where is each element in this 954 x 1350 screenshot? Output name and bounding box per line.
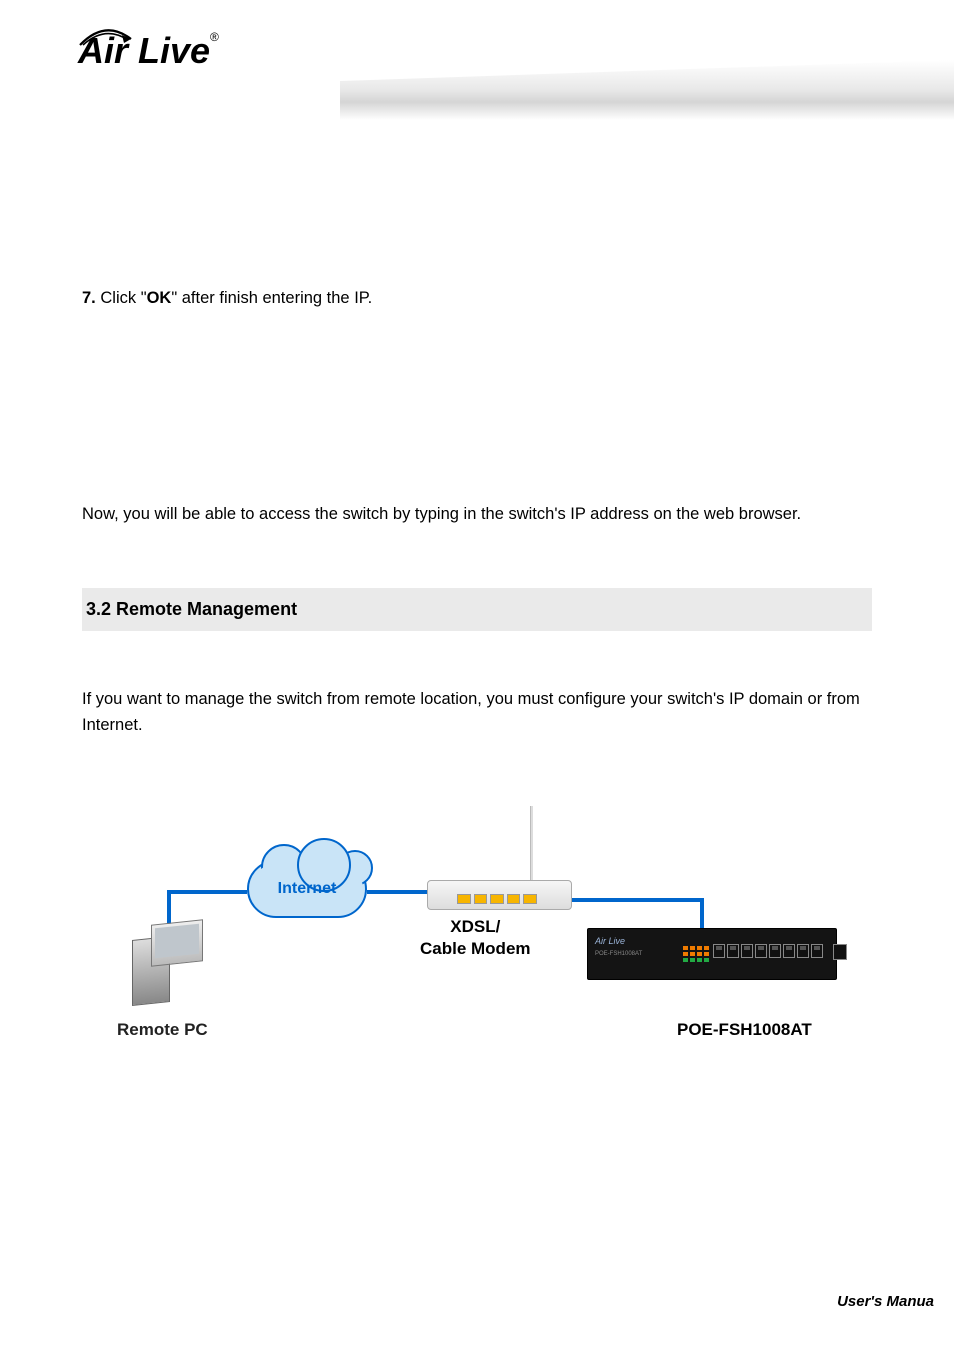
switch-brand-label: Air Live — [595, 934, 625, 948]
internet-cloud-label: Internet — [247, 876, 367, 902]
section-heading-3-2: 3.2 Remote Management — [82, 588, 872, 631]
step-ok: OK — [147, 289, 172, 307]
network-diagram: Remote PC Internet XDSL/ Cable Modem Air… — [82, 798, 872, 1076]
switch-model-text: POE-FSH1008AT — [595, 950, 642, 960]
step-pre: Click " — [100, 289, 146, 307]
link-line — [572, 898, 702, 902]
page-header: Air Live® — [0, 0, 954, 150]
modem-label: XDSL/ Cable Modem — [420, 916, 531, 959]
link-line — [167, 890, 247, 894]
logo-registered: ® — [210, 30, 219, 44]
header-gradient — [340, 60, 954, 120]
modem-label-line1: XDSL/ — [450, 917, 500, 936]
remote-pc-screen-icon — [155, 924, 199, 959]
switch-led-icon — [683, 946, 709, 962]
remote-pc-label: Remote PC — [117, 1016, 257, 1043]
switch-ports-icon — [713, 944, 847, 960]
page-content: 7. Click "OK" after finish entering the … — [0, 285, 954, 1077]
footer-text: User's Manua — [837, 1293, 934, 1310]
modem-ports-icon — [457, 894, 537, 904]
modem-label-line2: Cable Modem — [420, 939, 531, 958]
remote-paragraph: If you want to manage the switch from re… — [82, 686, 872, 739]
brand-logo: Air Live® — [78, 30, 278, 72]
step-post: " after finish entering the IP. — [171, 289, 372, 307]
link-line — [700, 898, 704, 930]
step-number: 7. — [82, 289, 96, 307]
access-paragraph: Now, you will be able to access the swit… — [82, 501, 872, 527]
step-7-line: 7. Click "OK" after finish entering the … — [82, 285, 872, 311]
page-footer: User's Manua — [837, 1293, 934, 1310]
modem-antenna-icon — [530, 806, 533, 884]
logo-text: Air Live — [78, 30, 210, 71]
switch-label: POE-FSH1008AT — [677, 1016, 812, 1043]
link-line — [367, 890, 427, 894]
